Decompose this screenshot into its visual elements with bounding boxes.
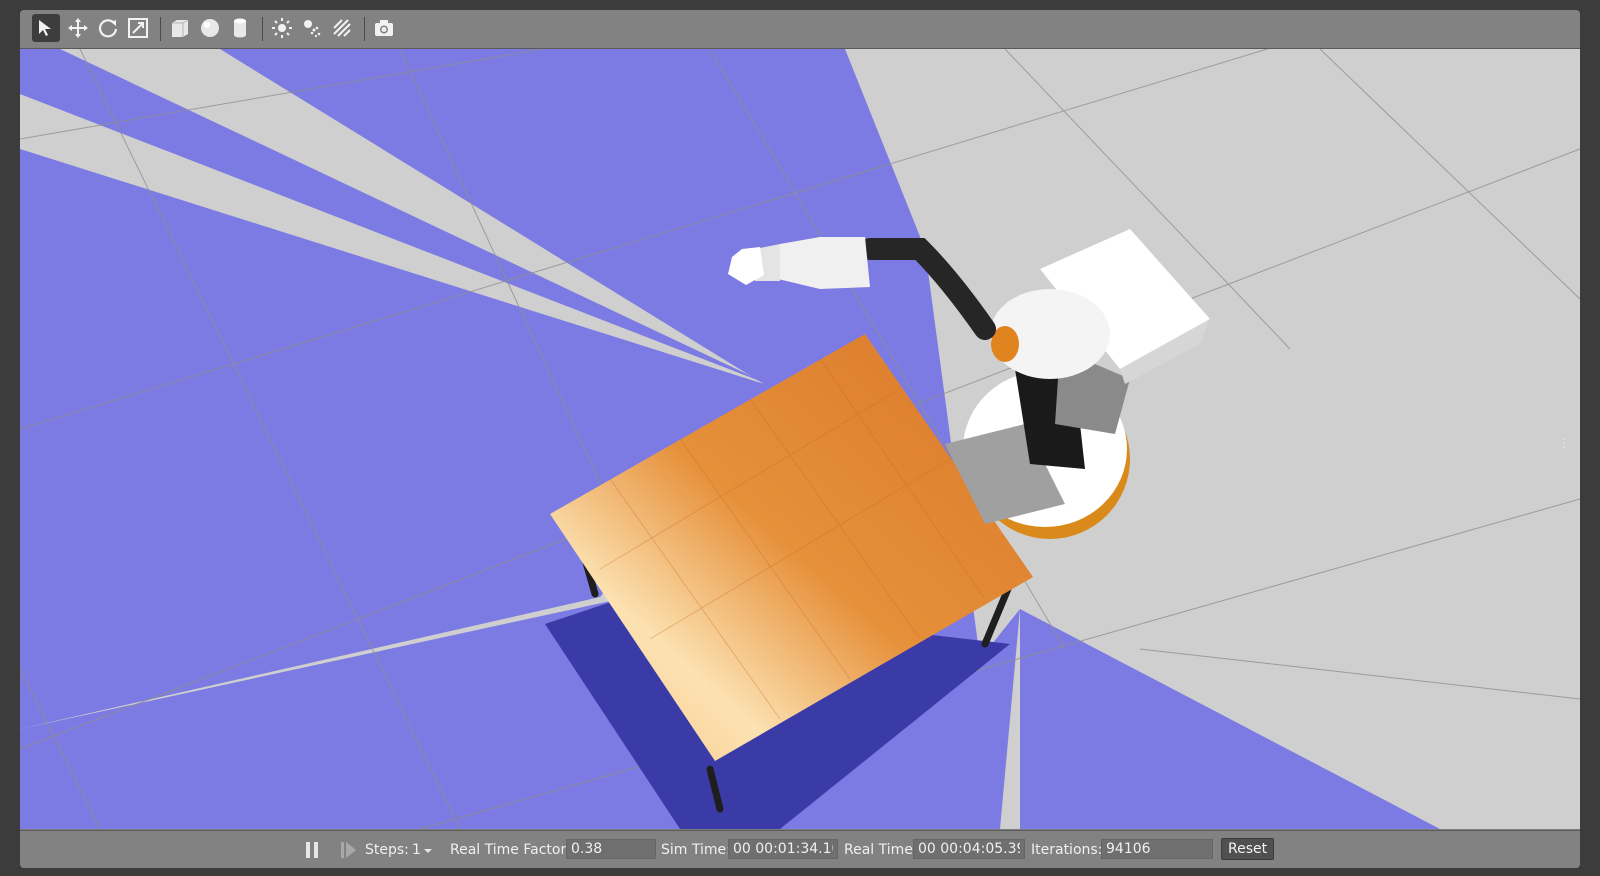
box-shape-icon [172, 19, 189, 37]
chevron-down-icon [424, 849, 432, 853]
insert-point-light-button[interactable] [268, 14, 296, 42]
scale-mode-button[interactable] [124, 14, 152, 42]
steps-label: Steps: [365, 842, 409, 858]
real-time-label: Real Time: [844, 842, 918, 858]
iterations-field[interactable] [1101, 839, 1213, 859]
toolbar-separator [364, 17, 365, 41]
sphere-shape-icon [201, 19, 219, 37]
statusbar: Steps: 1 Real Time Factor: Sim Time: Rea… [20, 830, 1580, 868]
scale-icon [128, 18, 148, 38]
sim-time-field[interactable] [728, 839, 838, 859]
insert-cylinder-button[interactable] [226, 14, 254, 42]
spot-light-icon [304, 20, 321, 38]
scene-canvas[interactable] [20, 49, 1580, 829]
toolbar-separator [262, 17, 263, 41]
cylinder-shape-icon [234, 18, 246, 38]
robot-forearm [778, 237, 870, 289]
3d-viewport[interactable] [20, 49, 1580, 829]
move-arrows-icon [68, 18, 88, 38]
insert-box-button[interactable] [166, 14, 194, 42]
steps-spinner[interactable] [424, 831, 432, 868]
rtf-field[interactable] [566, 839, 656, 859]
screenshot-button[interactable] [370, 14, 398, 42]
toolbar [20, 10, 1580, 49]
select-mode-button[interactable] [32, 14, 60, 42]
pause-button[interactable] [304, 831, 320, 868]
rotate-icon [98, 19, 118, 38]
iterations-label: Iterations: [1031, 842, 1103, 858]
insert-sphere-button[interactable] [196, 14, 224, 42]
step-forward-icon [341, 842, 356, 858]
insert-spot-light-button[interactable] [298, 14, 326, 42]
translate-mode-button[interactable] [64, 14, 92, 42]
sim-time-label: Sim Time: [661, 842, 731, 858]
real-time-field[interactable] [913, 839, 1025, 859]
toolbar-separator [160, 17, 161, 41]
rotate-mode-button[interactable] [94, 14, 122, 42]
right-panel-handle[interactable] [1561, 436, 1567, 450]
steps-value[interactable]: 1 [412, 831, 421, 868]
point-light-icon [272, 18, 292, 38]
arrow-cursor-icon [39, 20, 51, 36]
directional-light-icon [333, 19, 351, 37]
insert-directional-light-button[interactable] [328, 14, 356, 42]
gazebo-window: Steps: 1 Real Time Factor: Sim Time: Rea… [20, 10, 1580, 868]
rtf-label: Real Time Factor: [450, 842, 571, 858]
pause-icon [306, 842, 318, 858]
camera-icon [375, 20, 393, 36]
reset-button[interactable]: Reset [1221, 838, 1275, 860]
step-button[interactable] [340, 831, 358, 868]
